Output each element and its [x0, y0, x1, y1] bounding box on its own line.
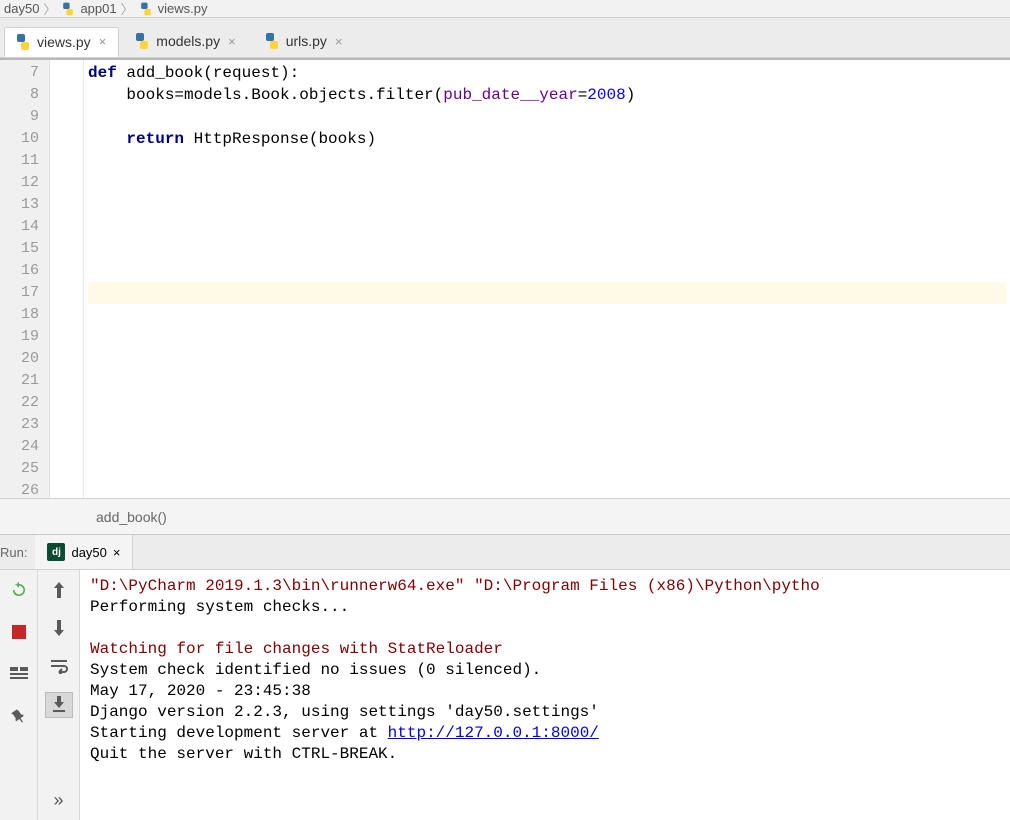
- code-editor[interactable]: 7891011121314151617181920212223242526 de…: [0, 60, 1010, 498]
- python-file-icon: [264, 33, 280, 49]
- django-icon: dj: [47, 543, 65, 561]
- breadcrumb: day50 〉 app01 〉 views.py: [0, 0, 1010, 18]
- arrow-down-icon[interactable]: [47, 616, 71, 640]
- stop-icon[interactable]: [7, 620, 31, 644]
- close-icon[interactable]: ×: [335, 34, 343, 49]
- line-number-gutter: 7891011121314151617181920212223242526: [0, 60, 50, 498]
- editor-tab-views[interactable]: views.py ×: [4, 27, 119, 57]
- breadcrumb-label: views.py: [158, 1, 208, 16]
- breadcrumb-item[interactable]: day50: [4, 1, 39, 16]
- close-icon[interactable]: ×: [113, 545, 121, 560]
- pin-icon[interactable]: [7, 704, 31, 728]
- run-tool-window-header: Run: dj day50 ×: [0, 534, 1010, 570]
- soft-wrap-icon[interactable]: [47, 654, 71, 678]
- close-icon[interactable]: ×: [228, 34, 236, 49]
- chevron-right-icon: 〉: [121, 0, 134, 18]
- breadcrumb-label: day50: [4, 1, 39, 16]
- close-icon[interactable]: ×: [99, 34, 107, 49]
- more-icon[interactable]: »: [47, 788, 71, 812]
- code-content[interactable]: def add_book(request): books=models.Book…: [84, 60, 1010, 498]
- python-file-icon: [15, 34, 31, 50]
- editor-tab-urls[interactable]: urls.py ×: [253, 26, 356, 55]
- breadcrumb-item[interactable]: views.py: [138, 1, 208, 17]
- editor-tab-models[interactable]: models.py ×: [123, 26, 248, 55]
- chevron-right-icon: 〉: [43, 0, 56, 18]
- arrow-up-icon[interactable]: [47, 578, 71, 602]
- python-file-icon: [134, 33, 150, 49]
- run-panel: » "D:\PyCharm 2019.1.3\bin\runnerw64.exe…: [0, 570, 1010, 820]
- rerun-icon[interactable]: [7, 578, 31, 602]
- scroll-to-end-icon[interactable]: [45, 692, 73, 718]
- run-config-tab[interactable]: dj day50 ×: [35, 535, 133, 569]
- run-toolbar-right: »: [38, 570, 80, 820]
- tab-label: urls.py: [286, 33, 327, 49]
- tab-label: models.py: [156, 33, 220, 49]
- tab-label: views.py: [37, 34, 91, 50]
- fold-margin: [50, 60, 84, 498]
- console-output[interactable]: "D:\PyCharm 2019.1.3\bin\runnerw64.exe" …: [80, 570, 1010, 820]
- run-config-name: day50: [71, 545, 106, 560]
- folder-icon: [62, 2, 75, 15]
- run-toolbar-left: [0, 570, 38, 820]
- editor-tab-bar: views.py × models.py × urls.py ×: [0, 18, 1010, 58]
- python-file-icon: [139, 2, 152, 15]
- run-label: Run:: [0, 545, 35, 560]
- layout-icon[interactable]: [7, 662, 31, 686]
- breadcrumb-label: app01: [80, 1, 116, 16]
- breadcrumb-item[interactable]: app01: [60, 1, 116, 17]
